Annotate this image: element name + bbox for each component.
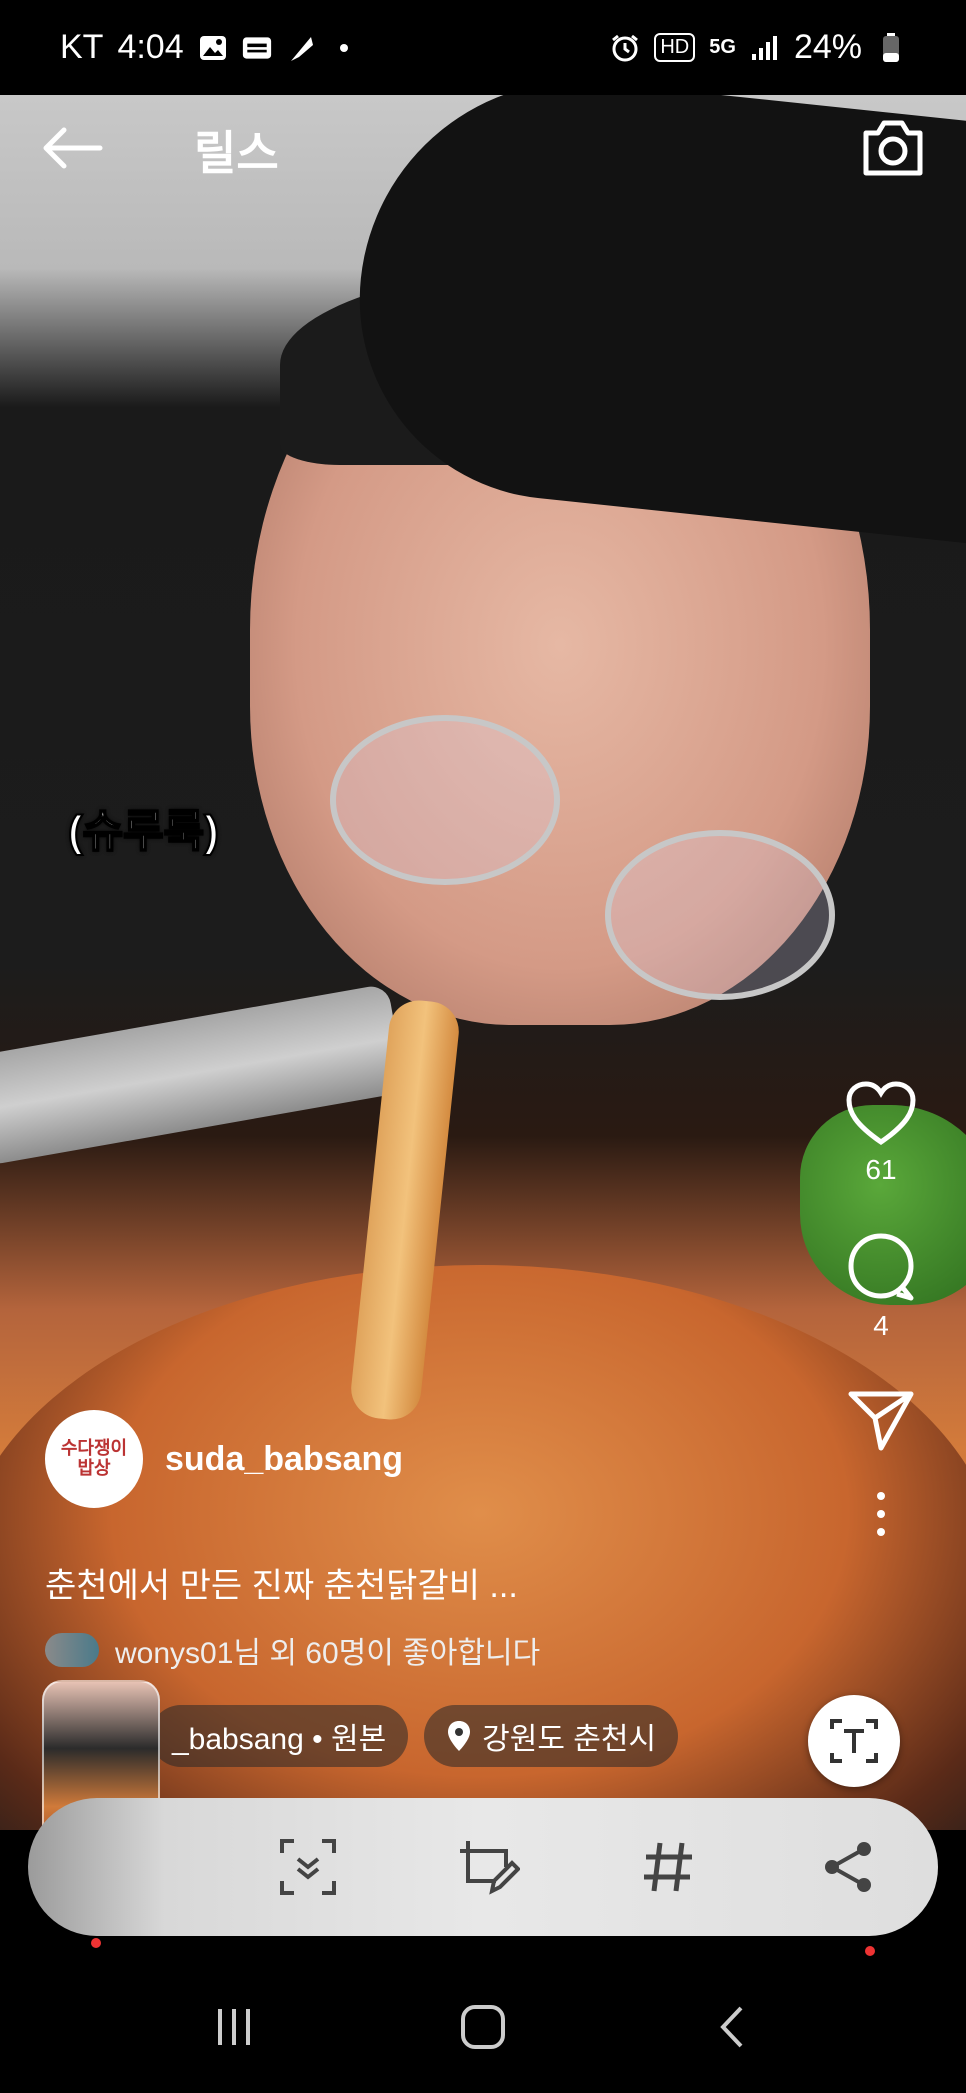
camera-icon[interactable] xyxy=(860,119,926,182)
indicator-dot-right xyxy=(865,1946,875,1956)
audio-chip[interactable]: _babsang • 원본 xyxy=(150,1705,409,1767)
avatar-logo-text: 수다쟁이 밥상 xyxy=(60,1438,128,1478)
indicator-dot-left xyxy=(91,1938,101,1948)
page-title: 릴스 xyxy=(194,127,279,179)
battery-icon xyxy=(876,32,906,63)
location-chip[interactable]: 강원도 춘천시 xyxy=(424,1705,679,1767)
extract-text-button[interactable] xyxy=(808,1695,900,1787)
location-pin-icon xyxy=(448,1721,471,1751)
glasses-right-illustration xyxy=(605,830,835,1000)
status-bar: KT 4:04 HD 5G 24% xyxy=(0,0,966,95)
back-icon xyxy=(719,2006,743,2047)
back-arrow-icon[interactable] xyxy=(40,126,104,175)
audio-chip-label: _babsang • 원본 xyxy=(172,1723,387,1756)
gallery-icon xyxy=(198,33,228,63)
comment-count: 4 xyxy=(873,1310,889,1341)
location-chip-label: 강원도 춘천시 xyxy=(482,1723,657,1756)
hd-badge: HD xyxy=(654,33,696,62)
likes-text: wonys01님 외 60명이 좋아합니다 xyxy=(115,1637,541,1670)
send-icon[interactable] xyxy=(845,1386,917,1452)
recents-icon xyxy=(218,2008,251,2045)
like-action[interactable]: 61 xyxy=(845,1080,917,1186)
kia-connect-icon xyxy=(242,33,272,63)
hashtag-icon xyxy=(644,1842,692,1892)
home-icon xyxy=(460,2004,505,2049)
like-count: 61 xyxy=(865,1154,897,1185)
liked-by[interactable]: wonys01님 외 60명이 좋아합니다 xyxy=(45,1628,540,1672)
reel-actions: 61 4 xyxy=(826,1080,936,1536)
glasses-left-illustration xyxy=(330,715,560,885)
feather-icon xyxy=(286,33,316,63)
scan-icon xyxy=(280,1839,336,1895)
video-subtitle: (슈루룩) xyxy=(67,806,220,857)
username[interactable]: suda_babsang xyxy=(165,1440,403,1479)
more-options-icon[interactable] xyxy=(877,1492,885,1536)
system-nav-bar xyxy=(0,1960,966,2093)
clock: 4:04 xyxy=(117,28,184,66)
share-button[interactable] xyxy=(758,1798,938,1936)
tongs-illustration xyxy=(0,983,407,1167)
notification-dot xyxy=(339,43,348,52)
alarm-icon xyxy=(610,33,640,63)
carrier-label: KT xyxy=(60,28,104,66)
post-caption[interactable]: 춘천에서 만든 진짜 춘천닭갈비 ... xyxy=(45,1558,518,1607)
network-label: 5G xyxy=(709,36,736,58)
share-action[interactable] xyxy=(845,1386,917,1452)
edit-button[interactable] xyxy=(398,1798,578,1936)
battery-percent: 24% xyxy=(793,28,862,66)
avatar[interactable]: 수다쟁이 밥상 xyxy=(45,1410,143,1508)
screenshot-toolbar xyxy=(28,1798,938,1936)
home-button[interactable] xyxy=(438,1982,528,2072)
comment-icon[interactable] xyxy=(845,1230,917,1302)
tag-button[interactable] xyxy=(578,1798,758,1936)
edit-crop-icon xyxy=(460,1841,520,1895)
share-icon xyxy=(825,1842,871,1892)
top-nav: 릴스 xyxy=(0,95,966,205)
recent-apps-button[interactable] xyxy=(189,1982,279,2072)
comment-action[interactable]: 4 xyxy=(845,1230,917,1342)
post-chips: _babsang • 원본 강원도 춘천시 xyxy=(150,1705,679,1767)
post-author[interactable]: 수다쟁이 밥상 suda_babsang xyxy=(45,1410,403,1508)
text-scan-icon xyxy=(830,1719,878,1763)
heart-icon[interactable] xyxy=(845,1080,917,1146)
signal-icon xyxy=(750,33,780,63)
back-button[interactable] xyxy=(687,1982,777,2072)
liker-avatars xyxy=(45,1633,99,1667)
scroll-capture-button[interactable] xyxy=(218,1798,398,1936)
